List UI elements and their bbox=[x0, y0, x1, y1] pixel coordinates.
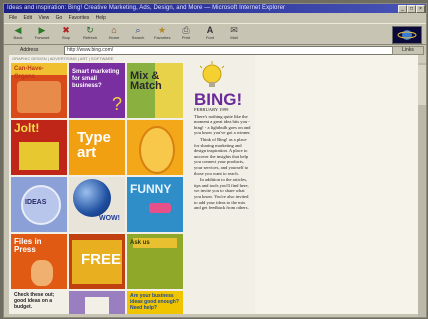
thumb-label: Check these out; good ideas on a budget. bbox=[14, 292, 55, 310]
font-label: Font bbox=[205, 35, 214, 40]
thumb-smart-marketing[interactable]: Smart marketing for small business? ? bbox=[69, 63, 125, 118]
thumb-label: Jolt! bbox=[14, 121, 40, 135]
thumb-wow-globe[interactable]: WOW! bbox=[69, 177, 125, 232]
page-blank-area bbox=[255, 55, 423, 314]
back-label: Back bbox=[13, 35, 23, 40]
menu-file[interactable]: File bbox=[9, 15, 17, 21]
article-paragraph: There's nothing quite like the moment a … bbox=[194, 113, 251, 136]
search-icon: ⌕ bbox=[135, 25, 141, 35]
mail-icon: ✉ bbox=[230, 25, 238, 35]
title-bar: Ideas and inspiration: Bing! Creative Ma… bbox=[4, 4, 426, 13]
globe-icon bbox=[73, 179, 111, 217]
search-label: Search bbox=[131, 35, 145, 40]
scroll-up-arrow-icon[interactable] bbox=[418, 55, 426, 63]
home-label: Home bbox=[108, 35, 120, 40]
thumb-label: Mix & Match bbox=[130, 70, 162, 92]
stop-label: Stop bbox=[61, 35, 71, 40]
print-button[interactable]: ⎙ Print bbox=[178, 25, 194, 43]
thumb-label: Are your business ideas good enough? Nee… bbox=[130, 293, 179, 311]
thumb-face-art[interactable] bbox=[127, 120, 183, 175]
question-mark-icon: ? bbox=[111, 94, 122, 114]
thumb-ideas[interactable]: IDEAS bbox=[11, 177, 67, 232]
back-button[interactable]: ◀ Back bbox=[10, 25, 26, 43]
maximize-button[interactable]: □ bbox=[407, 5, 416, 13]
mail-button[interactable]: ✉ Mail bbox=[226, 25, 242, 43]
favorites-button[interactable]: ★ Favorites bbox=[154, 25, 170, 43]
print-label: Print bbox=[181, 35, 191, 40]
thumb-files-in-press[interactable]: Files in Press bbox=[11, 234, 67, 289]
address-label: Address bbox=[20, 47, 39, 53]
stop-button[interactable]: ✖ Stop bbox=[58, 25, 74, 43]
forward-arrow-icon: ▶ bbox=[38, 25, 46, 35]
page-content: GRAPHIC DESIGN | ADVERTISING | ART | SOF… bbox=[9, 55, 423, 314]
menu-bar: File Edit View Go Favorites Help bbox=[4, 14, 426, 22]
thumb-free[interactable]: FREE bbox=[69, 234, 125, 289]
thumb-business-ideas[interactable]: Are your business ideas good enough? Nee… bbox=[127, 291, 183, 314]
thumb-check-these[interactable]: Check these out; good ideas on a budget. bbox=[11, 291, 67, 314]
thumb-funny[interactable]: FUNNY bbox=[127, 177, 183, 232]
address-input[interactable]: http://www.bing.com/ bbox=[64, 46, 393, 55]
address-bar: Address http://www.bing.com/ Links bbox=[4, 45, 426, 55]
favorites-label: Favorites bbox=[154, 35, 171, 40]
refresh-label: Refresh bbox=[82, 35, 97, 40]
toolbar: ◀ Back ▶ Forward ✖ Stop ↻ Refresh ⌂ Home… bbox=[4, 23, 426, 45]
close-button[interactable]: × bbox=[416, 5, 425, 13]
thumb-label: Ask us bbox=[130, 240, 150, 246]
scroll-thumb[interactable] bbox=[418, 65, 426, 105]
menu-go[interactable]: Go bbox=[56, 15, 63, 21]
back-arrow-icon: ◀ bbox=[14, 25, 22, 35]
window-title: Ideas and inspiration: Bing! Creative Ma… bbox=[7, 5, 286, 11]
thumb-label: FREE bbox=[81, 251, 122, 268]
thumb-label: Files in Press bbox=[14, 237, 42, 254]
browser-logo bbox=[392, 26, 422, 44]
browser-window: Ideas and inspiration: Bing! Creative Ma… bbox=[3, 3, 427, 318]
forward-label: Forward bbox=[34, 35, 50, 40]
article-paragraph: In addition to the articles, tips and to… bbox=[194, 177, 249, 211]
home-button[interactable]: ⌂ Home bbox=[106, 25, 122, 43]
print-icon: ⎙ bbox=[182, 25, 190, 35]
home-icon: ⌂ bbox=[111, 25, 117, 35]
font-icon: A bbox=[206, 25, 214, 35]
thumb-jolt[interactable]: Jolt! bbox=[11, 120, 67, 175]
menu-view[interactable]: View bbox=[38, 15, 49, 21]
thumb-mix-match[interactable]: Mix & Match bbox=[127, 63, 183, 118]
search-button[interactable]: ⌕ Search bbox=[130, 25, 146, 43]
article-text: FEBRUARY 1999 There's nothing quite like… bbox=[194, 107, 252, 212]
bing-logo: BING! bbox=[192, 61, 252, 113]
links-button[interactable]: Links bbox=[392, 46, 424, 55]
thumb-can-have-organs[interactable]: Can-Have-Organs bbox=[11, 63, 67, 118]
thumb-label: WOW! bbox=[99, 215, 120, 222]
font-button[interactable]: A Font bbox=[202, 25, 218, 43]
thumb-label: Smart marketing for small business? bbox=[72, 69, 120, 89]
article-paragraph: Think of Bing! as a place for sharing ma… bbox=[194, 136, 249, 176]
refresh-icon: ↻ bbox=[86, 25, 94, 35]
mail-label: Mail bbox=[230, 35, 238, 40]
thumb-purple[interactable] bbox=[69, 291, 125, 314]
thumb-label: Can-Have-Organs bbox=[14, 66, 44, 80]
refresh-button[interactable]: ↻ Refresh bbox=[82, 25, 98, 43]
menu-help[interactable]: Help bbox=[96, 15, 106, 21]
thumb-label: IDEAS bbox=[25, 199, 47, 206]
forward-button[interactable]: ▶ Forward bbox=[34, 25, 50, 43]
menu-favorites[interactable]: Favorites bbox=[69, 15, 90, 21]
thumb-type-art[interactable]: Type art bbox=[69, 120, 125, 175]
thumb-ask-us[interactable]: Ask us bbox=[127, 234, 183, 289]
thumb-label: FUNNY bbox=[130, 182, 172, 196]
menu-edit[interactable]: Edit bbox=[23, 15, 32, 21]
favorites-icon: ★ bbox=[157, 25, 167, 35]
stop-icon: ✖ bbox=[62, 25, 70, 35]
vertical-scrollbar[interactable] bbox=[418, 55, 426, 317]
thumb-label: Type art bbox=[77, 129, 111, 161]
minimize-button[interactable]: _ bbox=[398, 5, 407, 13]
article-date: FEBRUARY 1999 bbox=[194, 107, 229, 112]
